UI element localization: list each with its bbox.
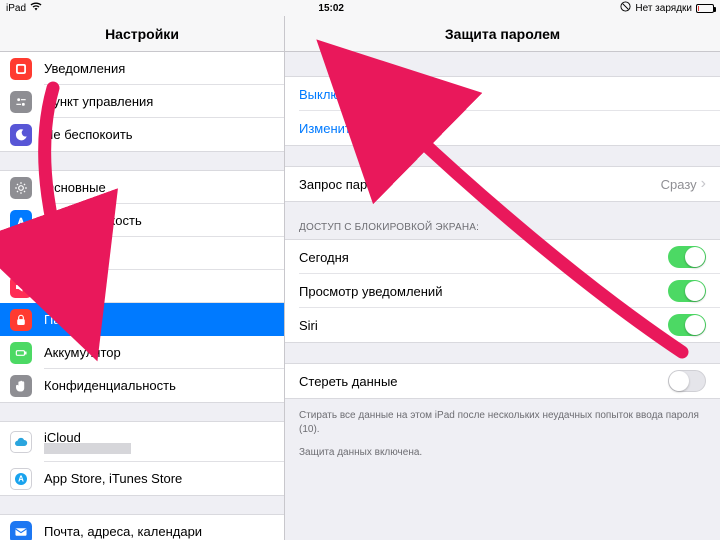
sidebar-item-label: Пароль <box>44 312 284 327</box>
appstore-icon: A <box>10 468 32 490</box>
sidebar-item-label: Обои <box>44 246 284 261</box>
sidebar-item-passcode[interactable]: Пароль <box>0 303 284 336</box>
wifi-icon <box>30 2 42 14</box>
sidebar-item-label: Не беспокоить <box>44 127 284 142</box>
sidebar-item-icloud[interactable]: iCloud hidden@email.addr <box>0 422 284 462</box>
detail-title: Защита паролем <box>285 16 720 51</box>
erase-data-row: Стереть данные <box>285 364 720 398</box>
sidebar-title: Настройки <box>0 16 285 51</box>
sidebar-item-label: Уведомления <box>44 61 284 76</box>
sidebar-item-label: Пункт управления <box>44 94 284 109</box>
data-protection-footnote: Защита данных включена. <box>285 438 720 462</box>
sidebar-item-label: Звуки <box>44 279 284 294</box>
erase-footnote: Стирать все данные на этом iPad после не… <box>285 403 720 438</box>
lock-icon <box>10 309 32 331</box>
change-passcode-button[interactable]: Изменить пароль <box>285 111 720 145</box>
display-icon: A <box>10 210 32 232</box>
sidebar-item-control-center[interactable]: Пункт управления <box>0 85 284 118</box>
battery-setting-icon <box>10 342 32 364</box>
erase-data-toggle[interactable] <box>668 370 706 392</box>
chevron-right-icon: › <box>701 175 706 193</box>
sidebar-item-dnd[interactable]: Не беспокоить <box>0 118 284 151</box>
sidebar-item-label: Конфиденциальность <box>44 378 284 393</box>
svg-text:A: A <box>18 216 24 225</box>
allow-today-row: Сегодня <box>285 240 720 274</box>
today-toggle[interactable] <box>668 246 706 268</box>
detail-pane: Выключить пароль Изменить пароль Запрос … <box>285 52 720 540</box>
sidebar-item-battery[interactable]: Аккумулятор <box>0 336 284 369</box>
viewnotif-toggle[interactable] <box>668 280 706 302</box>
speaker-icon <box>10 276 32 298</box>
svg-text:A: A <box>18 474 24 483</box>
not-charging-icon <box>620 1 631 15</box>
require-passcode-value: Сразу <box>661 177 697 192</box>
sidebar-item-label: Основные <box>44 180 284 195</box>
battery-icon <box>696 4 714 13</box>
sidebar-item-stores[interactable]: A App Store, iTunes Store <box>0 462 284 495</box>
require-passcode-label: Запрос пароля <box>299 177 661 192</box>
cloud-icon <box>10 431 32 453</box>
sidebar-item-label: Аккумулятор <box>44 345 284 360</box>
split-header: Настройки Защита паролем <box>0 16 720 52</box>
allow-siri-row: Siri <box>285 308 720 342</box>
gear-icon <box>10 177 32 199</box>
icloud-account: hidden@email.addr <box>44 443 131 454</box>
moon-icon <box>10 124 32 146</box>
sidebar-item-label: Почта, адреса, календари <box>44 524 284 539</box>
sidebar-item-general[interactable]: Основные <box>0 171 284 204</box>
allow-viewnotif-row: Просмотр уведомлений <box>285 274 720 308</box>
sidebar: Уведомления Пункт управления Не беспокои… <box>0 52 285 540</box>
hand-icon <box>10 375 32 397</box>
notifications-icon <box>10 58 32 80</box>
status-bar: iPad 15:02 Нет зарядки <box>0 0 720 16</box>
mail-icon <box>10 521 32 540</box>
battery-text: Нет зарядки <box>635 3 692 14</box>
wallpaper-icon <box>10 243 32 265</box>
sidebar-item-privacy[interactable]: Конфиденциальность <box>0 369 284 402</box>
sidebar-item-sounds[interactable]: Звуки <box>0 270 284 303</box>
sidebar-item-mail[interactable]: Почта, адреса, календари <box>0 515 284 540</box>
sidebar-item-label: App Store, iTunes Store <box>44 471 284 486</box>
control-center-icon <box>10 91 32 113</box>
sidebar-item-display[interactable]: A Экран и яркость <box>0 204 284 237</box>
disable-passcode-button[interactable]: Выключить пароль <box>285 77 720 111</box>
require-passcode-row[interactable]: Запрос пароля Сразу › <box>285 167 720 201</box>
status-time: 15:02 <box>42 3 620 14</box>
sidebar-item-label: Экран и яркость <box>44 213 284 228</box>
sidebar-item-wallpaper[interactable]: Обои <box>0 237 284 270</box>
allow-access-caption: ДОСТУП С БЛОКИРОВКОЙ ЭКРАНА: <box>285 222 720 239</box>
device-name: iPad <box>6 3 26 14</box>
sidebar-item-notifications[interactable]: Уведомления <box>0 52 284 85</box>
siri-toggle[interactable] <box>668 314 706 336</box>
